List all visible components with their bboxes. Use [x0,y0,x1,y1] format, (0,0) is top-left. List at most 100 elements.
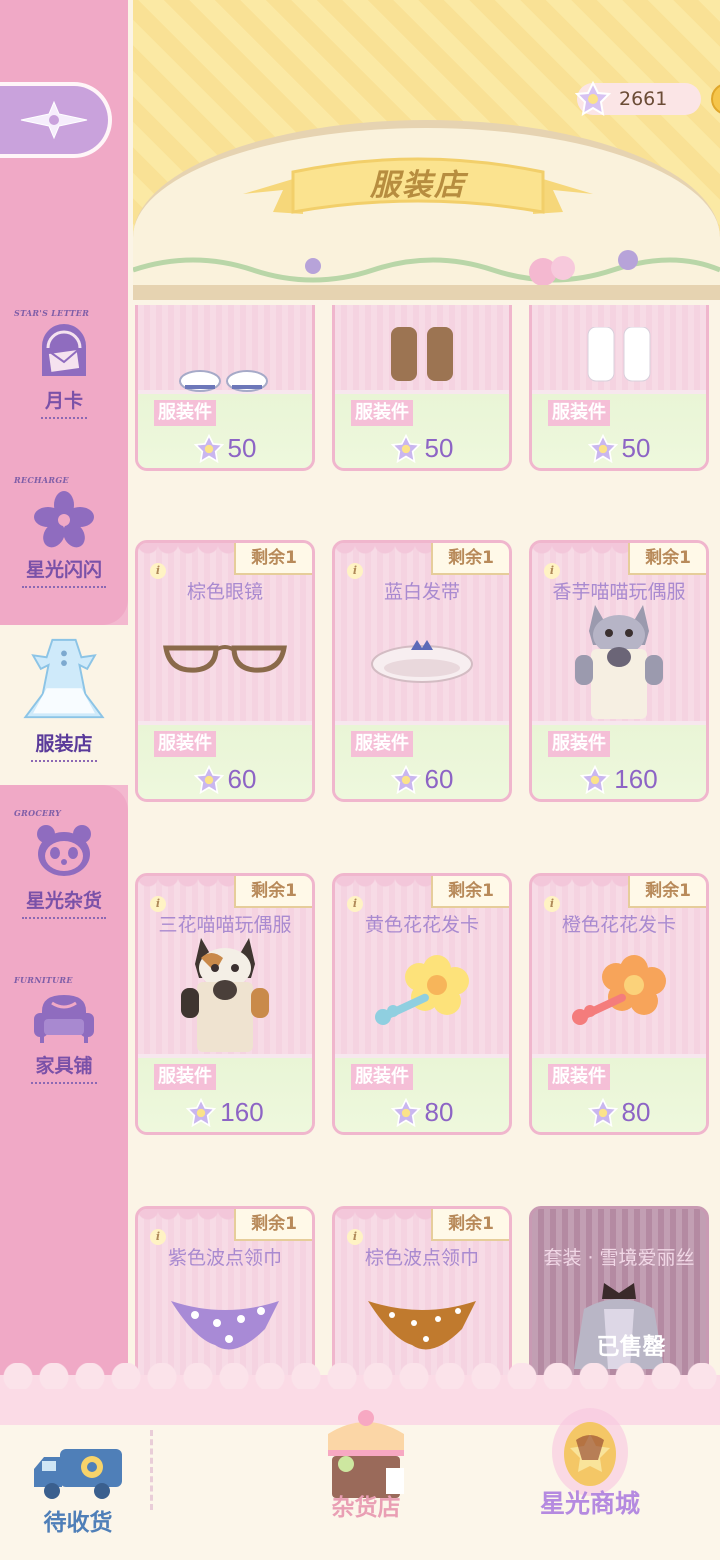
sidebar-item-recharge[interactable]: RECHARGE 星光闪闪 [0,475,128,605]
item-price: 60 [138,764,312,795]
rainbow-star-icon [193,764,224,794]
sidebar: STAR'S LETTER 月卡 RECHARGE 星光闪闪 服装店 GROCE… [0,0,128,1400]
item-price-value: 80 [424,1097,454,1127]
sidebar-item-clothing-shop[interactable]: 服装店 [0,632,128,762]
bottom-bar: 待收货 杂货店 星光商城 [0,1363,720,1560]
headband-icon [371,640,473,683]
product-card[interactable]: 剩余1 i 紫色波点领巾 [135,1206,315,1375]
item-image [532,305,706,412]
item-type: 服装件 [351,1064,413,1090]
item-type: 服装件 [548,400,610,426]
tab-star-mall-label: 星光商城 [540,1489,641,1518]
item-name: 黄色花花发卡 [364,914,479,936]
sofa-icon [34,995,94,1043]
dress-icon [23,638,105,719]
item-name: 棕色波点领巾 [364,1247,479,1269]
item-price: 80 [335,1097,509,1128]
star-amount: 2661 [619,88,668,110]
remaining-badge: 剩余1 [234,543,312,575]
item-type: 服装件 [154,400,216,426]
item-image [138,603,312,713]
item-price-value: 50 [424,433,454,463]
product-card[interactable]: 剩余1 i 橙色花花发卡 服装件 80 [529,873,709,1135]
item-price: 50 [138,433,312,464]
sidebar-item-en: STAR'S LETTER [14,308,90,318]
tab-grocery-label: 杂货店 [331,1495,401,1521]
product-card[interactable]: 剩余1 i 棕色眼镜 服装件 60 [135,540,315,802]
item-name: 套装 · 雪境爱丽丝 [543,1247,695,1269]
product-card[interactable]: 服装件 50 [135,305,315,471]
product-card[interactable]: 服装件 50 [332,305,512,471]
compass-star-icon [20,100,88,140]
remaining-badge: 剩余1 [628,876,706,908]
bottom-divider [150,1430,153,1510]
item-image [335,1269,509,1375]
brown-stockings-icon [391,327,453,381]
product-card[interactable]: 服装件 50 [529,305,709,471]
item-type: 服装件 [154,1064,216,1090]
tab-grocery[interactable]: 杂货店 [318,1410,414,1522]
flower-vine-decoration [133,250,720,300]
sidebar-item-en: FURNITURE [14,975,73,985]
product-card-sold-out[interactable]: 套装 · 雪境爱丽丝 已售罄 [529,1206,709,1375]
item-image [335,936,509,1046]
calico-cat-costume-icon [181,938,269,1052]
product-card[interactable]: 剩余1 i 蓝白发带 服装件 60 [332,540,512,802]
back-button[interactable] [0,82,112,158]
item-price-value: 80 [621,1097,651,1127]
remaining-badge: 剩余1 [234,876,312,908]
item-price-value: 60 [424,764,454,794]
shop-header: 2661 1358 服装店 [133,0,720,300]
remaining-badge: 剩余1 [431,1209,509,1241]
item-name: 蓝白发带 [383,581,460,603]
sidebar-item-grocery[interactable]: GROCERY 星光杂货 [0,808,128,938]
item-type: 服装件 [154,731,216,757]
item-image [138,928,312,1058]
product-grid: 服装件 50 服装件 50 服装件 50 剩余1 i 棕色眼镜 服装件 60 剩… [133,305,720,1375]
envelope-icon [42,324,86,376]
tab-pending-delivery[interactable]: 待收货 [30,1445,126,1537]
item-price-value: 50 [227,433,257,463]
shop-title-banner: 服装店 [243,150,593,230]
remaining-badge: 剩余1 [628,543,706,575]
item-name: 棕色眼镜 [186,581,263,603]
item-price: 160 [138,1097,312,1128]
rainbow-star-icon [390,764,421,794]
product-card[interactable]: 剩余1 i 三花喵喵玩偶服 服装件 160 [135,873,315,1135]
item-price-value: 50 [621,433,651,463]
item-image [532,936,706,1046]
sold-out-badge: 已售罄 [596,1334,666,1360]
item-name: 紫色波点领巾 [167,1247,282,1269]
sidebar-item-en: GROCERY [14,808,62,818]
remaining-badge: 剩余1 [431,876,509,908]
item-price: 50 [335,433,509,464]
product-card[interactable]: 剩余1 i 香芋喵喵玩偶服 服装件 160 [529,540,709,802]
rainbow-star-icon [390,1097,421,1127]
sidebar-item-label: 服装店 [31,729,97,762]
rainbow-star-icon [193,433,224,463]
product-card[interactable]: 剩余1 i 黄色花花发卡 服装件 80 [332,873,512,1135]
sidebar-item-label: 月卡 [40,386,87,419]
remaining-badge: 剩余1 [431,543,509,575]
remaining-badge: 剩余1 [234,1209,312,1241]
product-card[interactable]: 剩余1 i 棕色波点领巾 [332,1206,512,1375]
rainbow-star-icon [186,1097,217,1127]
white-stockings-icon [587,327,651,382]
orange-flower-clip-icon [572,955,666,1025]
coin-currency: 1358 [711,83,720,115]
item-price: 60 [335,764,509,795]
sidebar-item-furniture[interactable]: FURNITURE 家具铺 [0,975,128,1105]
gold-coin-icon [711,84,720,114]
item-price: 160 [532,764,706,795]
white-shoes-icon [179,370,268,392]
sidebar-item-monthly-card[interactable]: STAR'S LETTER 月卡 [0,308,128,438]
taro-cat-costume-icon [575,605,663,719]
item-type: 服装件 [548,731,610,757]
item-image [532,595,706,725]
item-price: 50 [532,433,706,464]
tab-star-mall[interactable]: 星光商城 [540,1400,640,1520]
panda-icon [37,825,91,876]
sidebar-item-label: 星光闪闪 [21,555,106,588]
rainbow-star-icon [580,764,611,794]
star-currency: 2661 [575,81,701,116]
